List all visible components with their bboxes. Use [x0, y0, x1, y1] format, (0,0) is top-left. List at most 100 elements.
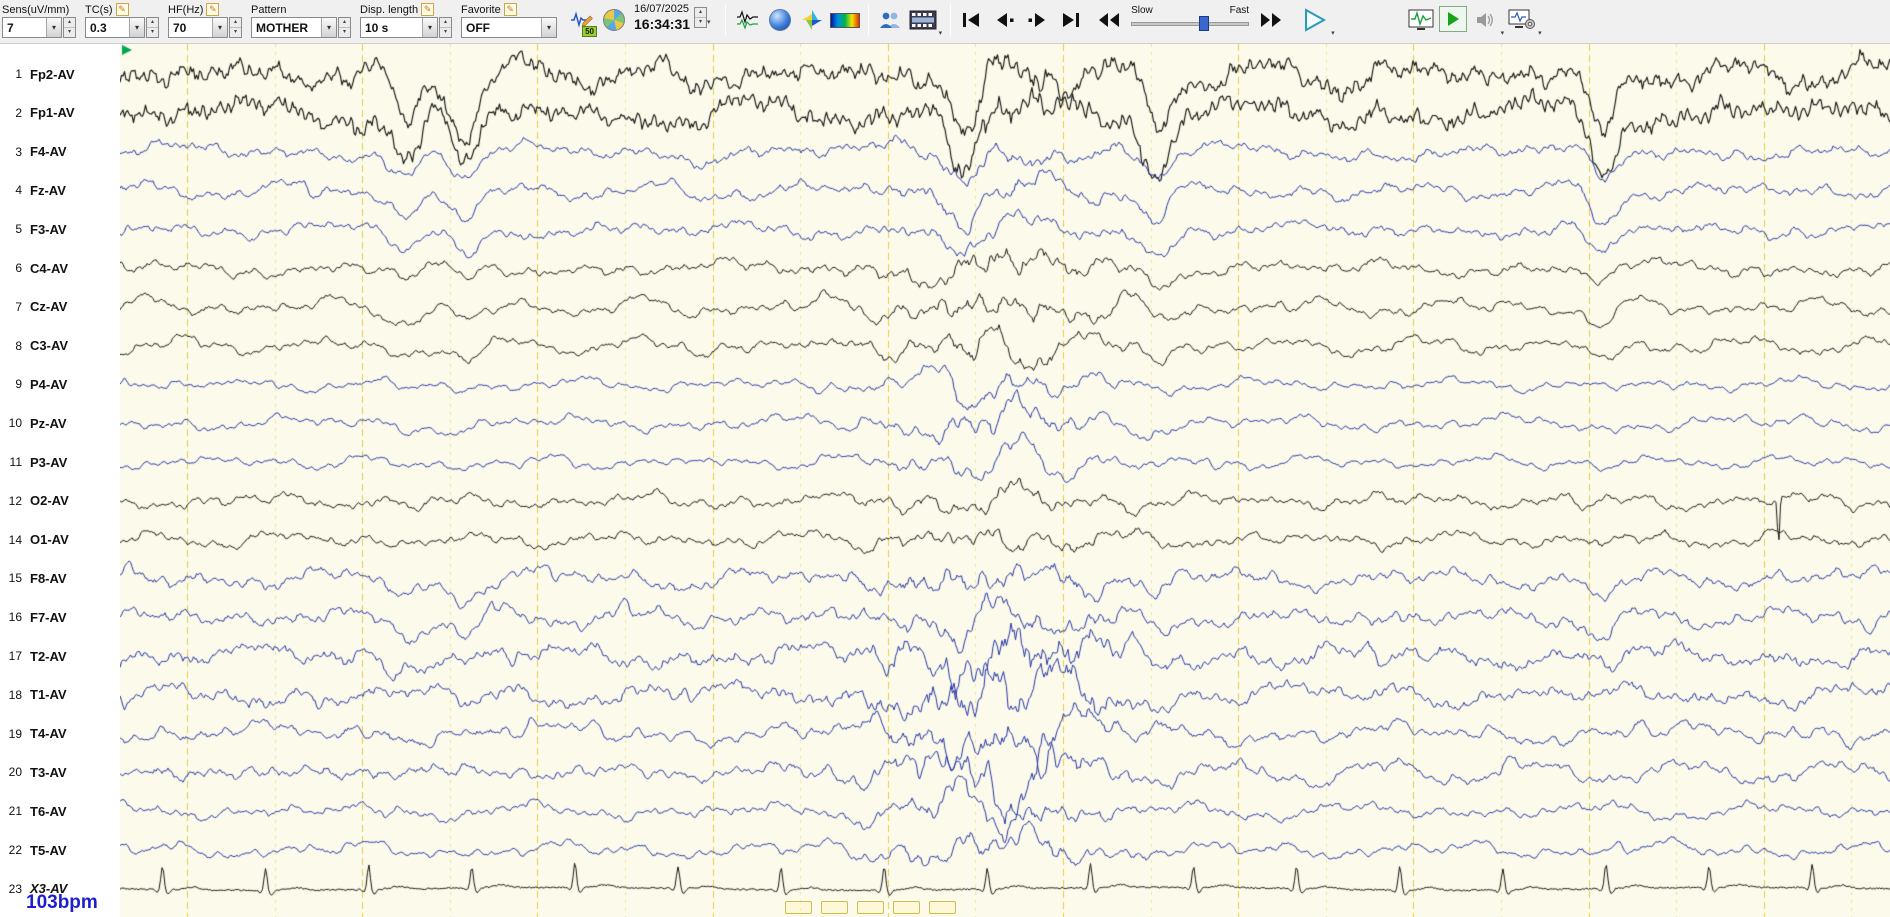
channel-row[interactable]: 5 F3-AV	[0, 220, 120, 238]
chevron-down-icon[interactable]: ▾	[1501, 29, 1505, 37]
rewind-button[interactable]	[1095, 2, 1123, 38]
pattern-combo[interactable]: MOTHER ▾	[251, 17, 337, 38]
chevron-down-icon: ▾	[321, 18, 336, 37]
sens-uv-mm-spinner[interactable]: ▴ ▾	[63, 17, 76, 38]
eeg-canvas[interactable]	[120, 44, 1890, 917]
edit-pencil-icon[interactable]: ✎	[115, 3, 129, 16]
spinner-up-icon[interactable]: ▴	[230, 18, 241, 28]
channel-label: Fp2-AV	[30, 66, 75, 82]
channel-row[interactable]: 20 T3-AV	[0, 763, 120, 781]
hf-hz-combo[interactable]: 70 ▾	[168, 17, 228, 38]
spinner-down-icon[interactable]: ▾	[695, 18, 706, 27]
event-marker[interactable]	[893, 901, 920, 914]
channel-number: 4	[15, 183, 22, 198]
sens-uv-mm-combo[interactable]: 7 ▾	[2, 17, 62, 38]
event-marker[interactable]	[857, 901, 884, 914]
channel-row[interactable]: 19 T4-AV	[0, 725, 120, 743]
spinner-down-icon[interactable]: ▾	[339, 28, 350, 37]
datetime-spinner[interactable]: ▴ ▾	[694, 6, 708, 28]
video-button[interactable]	[909, 2, 937, 38]
spinner-up-icon[interactable]: ▴	[64, 18, 75, 28]
video-icon	[909, 10, 937, 30]
review-play-button[interactable]	[1438, 6, 1467, 32]
channel-row[interactable]: 8 C3-AV	[0, 337, 120, 355]
step-back-icon	[997, 13, 1014, 27]
audio-button[interactable]	[1471, 2, 1499, 38]
disp-length-combo[interactable]: 10 s ▾	[360, 17, 438, 38]
toolbar-group-hf-hz: HF(Hz) ✎ 70 ▾ ▴ ▾	[168, 2, 242, 38]
waveform-view-button[interactable]	[734, 2, 762, 38]
chevron-down-icon[interactable]: ▾	[1538, 29, 1542, 37]
skip-to-end-button[interactable]	[1055, 2, 1083, 38]
spinner-up-icon[interactable]: ▴	[147, 18, 158, 28]
hf-hz-spinner[interactable]: ▴ ▾	[229, 17, 242, 38]
channel-row[interactable]: 7 Cz-AV	[0, 298, 120, 316]
channel-row[interactable]: 18 T1-AV	[0, 686, 120, 704]
channel-row[interactable]: 9 P4-AV	[0, 375, 120, 393]
play-button[interactable]	[1301, 2, 1329, 38]
chevron-down-icon: ▾	[541, 18, 556, 37]
edit-pencil-icon[interactable]: ✎	[206, 3, 220, 16]
spectrum-analysis-button[interactable]	[798, 2, 826, 38]
spinner-down-icon[interactable]: ▾	[147, 28, 158, 37]
spinner-down-icon[interactable]: ▾	[230, 28, 241, 37]
channel-row[interactable]: 17 T2-AV	[0, 647, 120, 665]
pattern-spinner[interactable]: ▴ ▾	[338, 17, 351, 38]
channel-row[interactable]: 22 T5-AV	[0, 841, 120, 859]
green-play-icon	[1447, 12, 1459, 26]
step-forward-button[interactable]	[1023, 2, 1051, 38]
spinner-down-icon[interactable]: ▾	[440, 28, 451, 37]
display-settings-button[interactable]	[1508, 2, 1536, 38]
chevron-down-icon[interactable]: ▾	[1331, 29, 1335, 37]
channel-row[interactable]: 6 C4-AV	[0, 259, 120, 277]
skip-to-start-button[interactable]	[959, 2, 987, 38]
montage-map-button[interactable]	[600, 2, 628, 38]
channel-row[interactable]: 1 Fp2-AV	[0, 65, 120, 83]
edit-pencil-icon[interactable]: ✎	[421, 3, 435, 16]
channel-row[interactable]: 12 O2-AV	[0, 492, 120, 510]
sens-uv-mm-value: 7	[7, 20, 14, 35]
tc-s-spinner[interactable]: ▴ ▾	[146, 17, 159, 38]
chevron-down-icon: ▾	[46, 18, 61, 37]
channel-number: 9	[15, 377, 22, 392]
channel-number: 22	[8, 843, 22, 857]
event-marker[interactable]	[821, 901, 848, 914]
spinner-up-icon[interactable]: ▴	[695, 8, 707, 18]
channel-label: T2-AV	[30, 648, 67, 664]
datetime-control[interactable]: 16/07/2025 16:34:31 ▴ ▾ ▾	[634, 3, 713, 32]
speed-slider[interactable]: Slow Fast	[1131, 5, 1250, 31]
channel-row[interactable]: 15 F8-AV	[0, 569, 120, 587]
tc-s-combo[interactable]: 0.3 ▾	[85, 17, 145, 38]
fast-forward-button[interactable]	[1257, 2, 1285, 38]
spinner-up-icon[interactable]: ▴	[339, 18, 350, 28]
notch-filter-button[interactable]: 50	[568, 2, 597, 38]
channel-label: F7-AV	[30, 609, 67, 625]
disp-length-spinner[interactable]: ▴ ▾	[439, 17, 452, 38]
channel-number: 21	[8, 804, 22, 819]
chevron-down-icon[interactable]: ▾	[707, 18, 711, 26]
channel-row[interactable]: 16 F7-AV	[0, 608, 120, 626]
brain-map-button[interactable]	[766, 2, 794, 38]
trend-monitor-button[interactable]	[1407, 2, 1435, 38]
slider-track[interactable]	[1131, 16, 1250, 31]
channel-row[interactable]: 2 Fp1-AV	[0, 104, 120, 122]
slider-thumb[interactable]	[1199, 16, 1210, 31]
channel-label: F4-AV	[30, 144, 67, 160]
colormap-icon	[829, 12, 860, 28]
spinner-down-icon[interactable]: ▾	[64, 28, 75, 37]
channel-row[interactable]: 4 Fz-AV	[0, 181, 120, 199]
step-back-button[interactable]	[991, 2, 1019, 38]
edit-pencil-icon[interactable]: ✎	[503, 3, 517, 16]
spinner-up-icon[interactable]: ▴	[440, 18, 451, 28]
channel-row[interactable]: 3 F4-AV	[0, 143, 120, 161]
event-marker[interactable]	[785, 901, 812, 914]
channel-row[interactable]: 10 Pz-AV	[0, 414, 120, 432]
colormap-button[interactable]	[829, 2, 860, 38]
event-marker[interactable]	[929, 901, 956, 914]
channel-row[interactable]: 21 T6-AV	[0, 802, 120, 820]
channel-row[interactable]: 11 P3-AV	[0, 453, 120, 471]
favorite-combo[interactable]: OFF ▾	[461, 17, 557, 38]
chevron-down-icon[interactable]: ▾	[939, 29, 943, 37]
patients-button[interactable]	[877, 2, 905, 38]
channel-row[interactable]: 14 O1-AV	[0, 531, 120, 549]
